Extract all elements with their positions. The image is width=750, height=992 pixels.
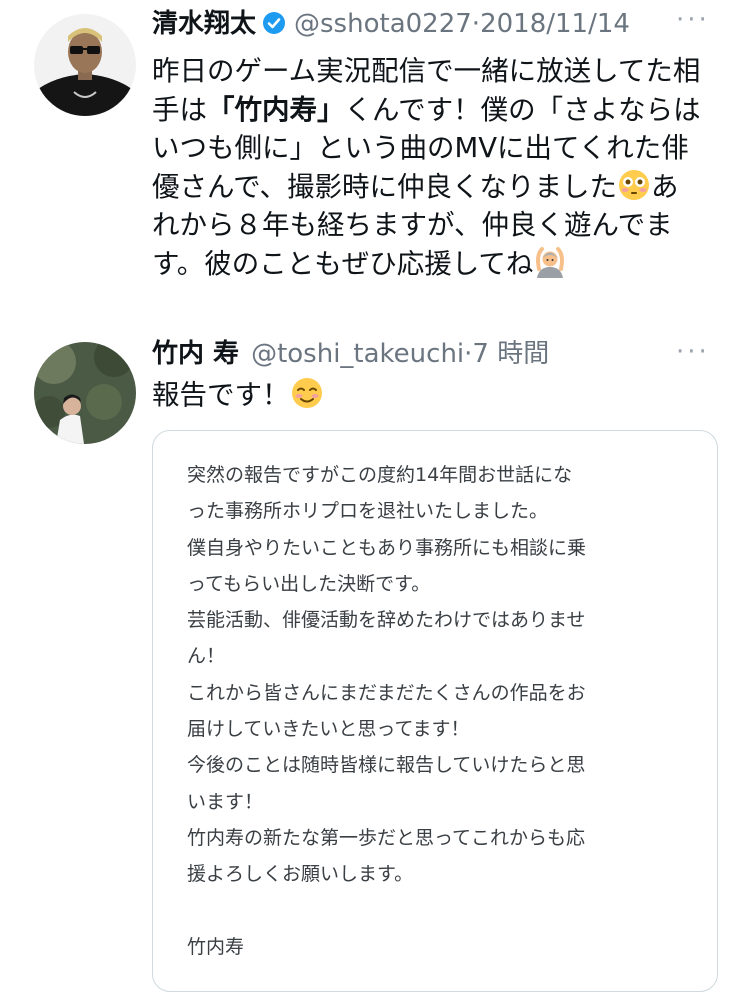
tweet-line: 手は「竹内寿」くんです！僕の「さよならは <box>152 91 701 130</box>
text-span: あ <box>651 170 679 203</box>
card-line: これから皆さんにまだまだたくさんの作品をお <box>187 681 586 704</box>
smiling-face-emoji-icon <box>290 376 324 410</box>
card-line: 竹内寿の新たな第一歩だと思ってこれからも応 <box>187 826 586 849</box>
timestamp[interactable]: 7 時間 <box>472 339 549 369</box>
text-span: 手は <box>152 93 207 126</box>
tweet-line: いつも側に」という曲のMVに出てくれた俳 <box>152 132 689 165</box>
statement-text: 突然の報告ですがこの度約14年間お世話にな った事務所ホリプロを退社いたしました… <box>187 457 586 965</box>
card-line: った事務所ホリプロを退社いたしました。 <box>187 500 549 523</box>
tweet-line: れから８年も経ちますが、仲良く遊んでま <box>152 209 673 242</box>
card-line: 突然の報告ですがこの度約14年間お世話にな <box>187 464 573 486</box>
card-line: ってもらい出した決断です。 <box>187 572 431 595</box>
tweet-line: す。彼のこともぜひ応援してね <box>152 245 701 284</box>
text-span: 報告です！ <box>152 379 290 411</box>
avatar[interactable] <box>34 342 136 444</box>
quoted-image-card[interactable]: 突然の報告ですがこの度約14年間お世話にな った事務所ホリプロを退社いたしました… <box>152 430 718 992</box>
user-handle[interactable]: @toshi_takeuchi <box>251 339 464 369</box>
display-name[interactable]: 竹内 寿 <box>152 339 239 369</box>
tweet-text: 報告です！ <box>152 376 324 415</box>
flushed-face-emoji-icon <box>617 168 651 202</box>
card-line: 芸能活動、俳優活動を辞めたわけではありませ <box>187 609 586 632</box>
tweet-text: 昨日のゲーム実況配信で一緒に放送してた相 手は「竹内寿」くんです！僕の「さよなら… <box>152 52 701 284</box>
verified-badge-icon <box>262 11 286 35</box>
person-gesturing-ok-emoji-icon <box>533 245 567 279</box>
more-options-icon[interactable]: ··· <box>676 339 710 365</box>
display-name[interactable]: 清水翔太 <box>152 9 256 39</box>
separator: · <box>471 9 481 39</box>
timestamp[interactable]: 2018/11/14 <box>480 9 630 39</box>
card-line: 僕自身やりたいこともあり事務所にも相談に乗 <box>187 536 587 559</box>
text-span: 優さんで、撮影時に仲良くなりました <box>152 170 618 203</box>
avatar[interactable] <box>34 14 136 116</box>
more-options-icon[interactable]: ··· <box>676 7 710 33</box>
card-line: ん！ <box>187 645 226 668</box>
tweet-line: 昨日のゲーム実況配信で一緒に放送してた相 <box>152 55 701 87</box>
card-line: 届けしていきたいと思ってます！ <box>187 718 470 741</box>
tweet-1[interactable]: 清水翔太 @sshota0227·2018/11/14 ··· 昨日のゲーム実況配… <box>0 0 750 300</box>
card-signature: 竹内寿 <box>187 935 245 958</box>
highlighted-name: 「竹内寿」 <box>207 93 345 126</box>
card-line: います！ <box>187 790 264 813</box>
user-handle[interactable]: @sshota0227 <box>294 9 472 39</box>
text-span: くんです！僕の「さよならは <box>344 93 701 126</box>
tweet-header: 清水翔太 @sshota0227·2018/11/14 <box>152 8 630 40</box>
text-span: す。彼のこともぜひ応援してね <box>152 247 534 280</box>
tweet-line: 優さんで、撮影時に仲良くなりましたあ <box>152 168 701 207</box>
card-line: 援よろしくお願いします。 <box>187 863 414 886</box>
card-line: 今後のことは随時皆様に報告していけたらと思 <box>187 754 586 777</box>
tweet-header: 竹内 寿 @toshi_takeuchi·7 時間 <box>152 338 549 370</box>
card-line <box>187 893 586 929</box>
